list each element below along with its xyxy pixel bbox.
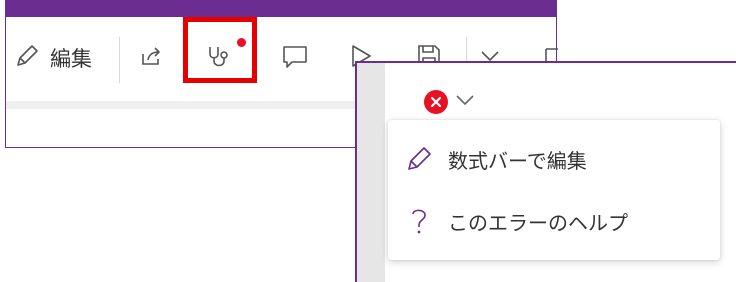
question-icon	[404, 206, 434, 236]
comments-button[interactable]	[281, 43, 309, 75]
error-icon	[424, 90, 448, 114]
error-indicator-dot	[237, 38, 246, 47]
share-button[interactable]	[139, 43, 165, 73]
edit-button-label: 編集	[50, 47, 92, 71]
menu-item-error-help[interactable]: このエラーのヘルプ	[388, 192, 720, 250]
edit-button[interactable]: 編集	[14, 43, 92, 73]
menu-item-label: 数式バーで編集	[448, 148, 587, 173]
highlight-box	[183, 17, 257, 83]
comment-icon	[281, 43, 309, 75]
share-icon	[139, 43, 165, 73]
error-button[interactable]	[424, 87, 484, 117]
toolbar-separator	[119, 37, 120, 83]
menu-item-label: このエラーのヘルプ	[448, 210, 628, 235]
pencil-icon	[14, 43, 40, 73]
chevron-down-icon	[454, 89, 476, 115]
title-bar	[6, 0, 556, 17]
error-dropdown-menu: 数式バーで編集 このエラーのヘルプ	[388, 120, 720, 260]
menu-item-edit-in-formula-bar[interactable]: 数式バーで編集	[388, 130, 720, 188]
pencil-icon	[404, 144, 434, 174]
